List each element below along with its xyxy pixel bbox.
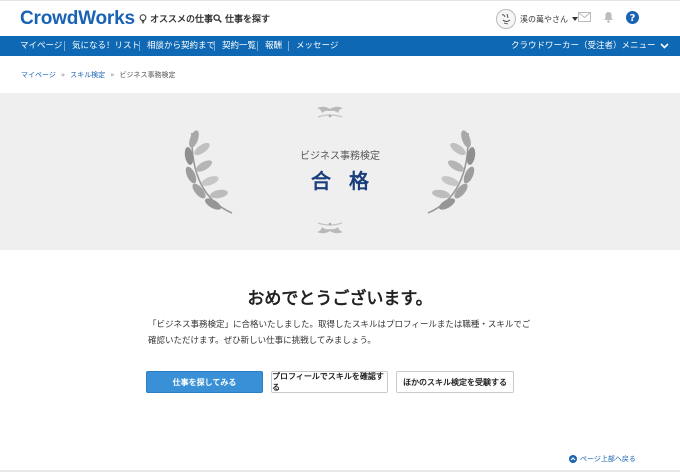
page-top-link[interactable]: ページ上部へ戻る bbox=[569, 454, 636, 464]
worker-menu-dropdown[interactable]: クラウドワーカー（受注者）メニュー bbox=[511, 36, 669, 56]
mail-icon[interactable] bbox=[578, 12, 591, 22]
search-jobs-link[interactable]: 仕事を探す bbox=[213, 12, 270, 25]
nav-divider bbox=[214, 41, 215, 51]
recommended-jobs-link[interactable]: オススメの仕事 bbox=[139, 12, 213, 25]
user-menu[interactable]: 溪の萬やさん bbox=[496, 9, 578, 29]
breadcrumb: マイページ » スキル検定 » ビジネス事務検定 bbox=[21, 70, 175, 80]
test-name: ビジネス事務検定 bbox=[300, 151, 380, 162]
nav-item-mypage[interactable]: マイページ bbox=[20, 36, 62, 56]
top-header: CrowdWorks オススメの仕事 仕事を探す 溪の萬やさん ? bbox=[0, 0, 680, 36]
arrow-up-circle-icon bbox=[569, 455, 577, 463]
logo[interactable]: CrowdWorks bbox=[20, 8, 135, 30]
ornament-top bbox=[317, 106, 343, 118]
nav-item-consultation[interactable]: 相談から契約まで bbox=[147, 36, 215, 56]
nav-item-watchlist[interactable]: 気になる！リスト bbox=[72, 36, 140, 56]
lightbulb-icon bbox=[139, 13, 147, 23]
find-jobs-button[interactable]: 仕事を探してみる bbox=[146, 371, 263, 393]
result-title: 合格 bbox=[311, 169, 387, 193]
ornament-bottom bbox=[317, 222, 343, 234]
avatar bbox=[496, 9, 516, 29]
nav-divider bbox=[64, 41, 65, 51]
breadcrumb-skill-test[interactable]: スキル検定 bbox=[70, 70, 105, 80]
breadcrumb-mypage[interactable]: マイページ bbox=[21, 70, 56, 80]
user-name: 溪の萬やさん bbox=[520, 14, 568, 24]
congrats-heading: おめでとうございます。 bbox=[247, 289, 433, 309]
nav-divider bbox=[139, 41, 140, 51]
help-icon[interactable]: ? bbox=[626, 11, 639, 24]
check-profile-button[interactable]: プロフィールでスキルを確認する bbox=[271, 371, 388, 393]
recommended-jobs-label: オススメの仕事 bbox=[150, 15, 214, 25]
breadcrumb-separator: » bbox=[110, 71, 115, 79]
chevron-down-icon bbox=[659, 43, 669, 49]
worker-menu-label: クラウドワーカー（受注者）メニュー bbox=[511, 41, 656, 51]
breadcrumb-separator: » bbox=[60, 71, 66, 79]
avatar-image bbox=[501, 13, 511, 25]
nav-item-rewards[interactable]: 報酬 bbox=[265, 36, 282, 56]
nav-item-contracts[interactable]: 契約一覧 bbox=[222, 36, 256, 56]
result-message: 「ビジネス事務検定」に合格いたしました。取得したスキルはプロフィールまたは職種・… bbox=[148, 320, 531, 346]
nav-item-messages[interactable]: メッセージ bbox=[296, 36, 338, 56]
search-jobs-label: 仕事を探す bbox=[225, 15, 271, 25]
bell-icon[interactable] bbox=[603, 11, 614, 23]
result-banner: ビジネス事務検定 合格 bbox=[0, 93, 680, 250]
nav-divider bbox=[288, 41, 289, 51]
breadcrumb-current: ビジネス事務検定 bbox=[119, 71, 176, 79]
svg-text:?: ? bbox=[630, 13, 636, 24]
search-icon bbox=[213, 14, 222, 23]
page-top-label: ページ上部へ戻る bbox=[580, 455, 636, 463]
nav-divider bbox=[257, 41, 258, 51]
other-tests-button[interactable]: ほかのスキル検定を受験する bbox=[396, 371, 514, 393]
main-nav: マイページ 気になる！リスト 相談から契約まで 契約一覧 報酬 メッセージ クラ… bbox=[0, 36, 680, 56]
